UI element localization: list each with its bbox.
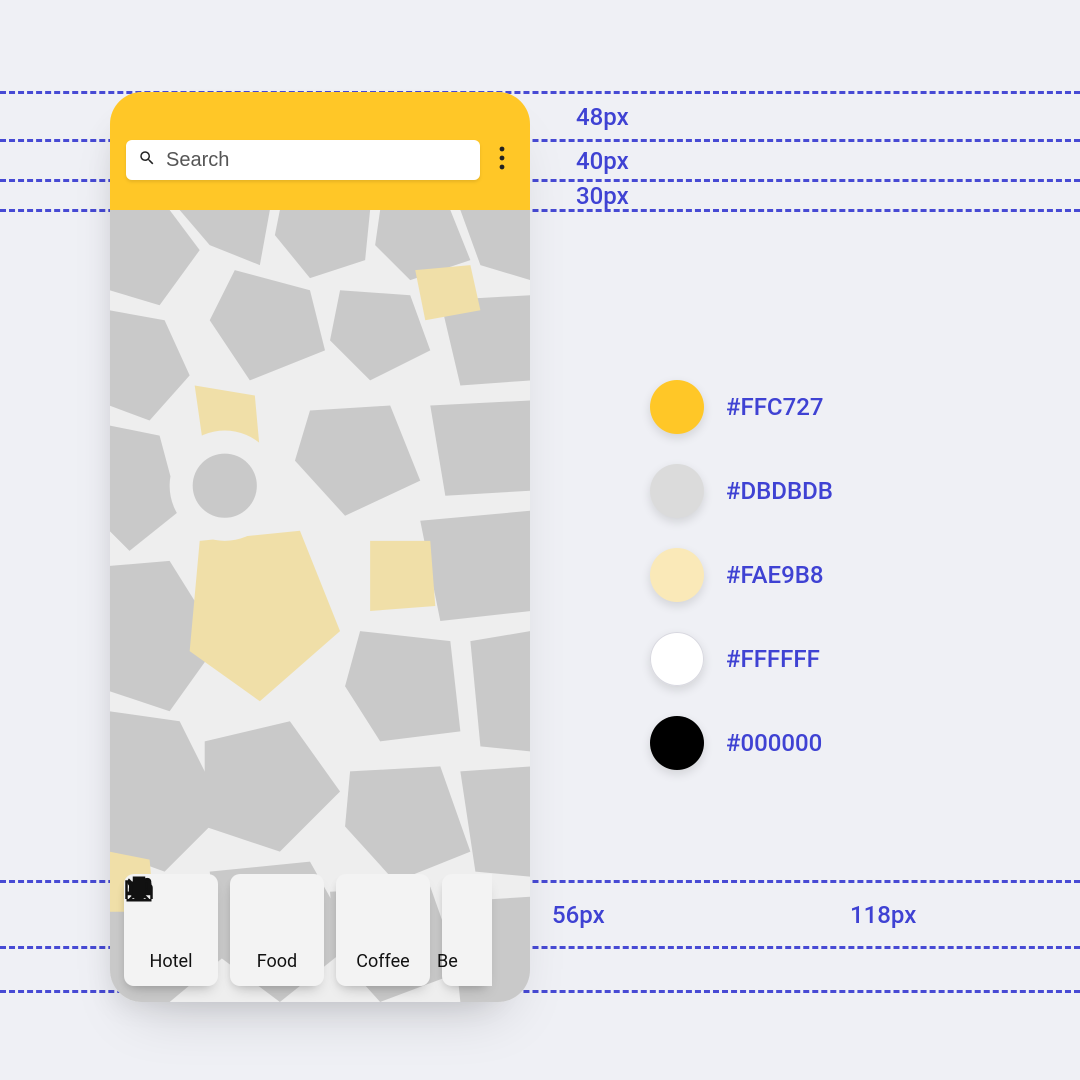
- swatch-hex: #DBDBDB: [726, 477, 833, 505]
- swatch-chip: [650, 380, 704, 434]
- category-card-food[interactable]: Food: [230, 874, 324, 986]
- category-label: Coffee: [356, 951, 409, 972]
- overflow-menu-button[interactable]: [490, 140, 514, 180]
- category-label: Hotel: [150, 951, 193, 972]
- annotation-bottom-height: 118px: [850, 901, 916, 929]
- annotation-searchbar-height: 40px: [576, 147, 629, 175]
- annotation-card-gap: 56px: [552, 901, 605, 929]
- app-header: [110, 92, 530, 210]
- search-input[interactable]: [156, 149, 468, 172]
- category-card-partial[interactable]: Be: [442, 874, 492, 986]
- search-bar[interactable]: [126, 140, 480, 180]
- annotation-statusbar-height: 48px: [576, 103, 629, 131]
- search-icon: [138, 149, 156, 171]
- swatch-chip: [650, 632, 704, 686]
- swatch-row: #FAE9B8: [650, 548, 833, 602]
- swatch-row: #FFC727: [650, 380, 833, 434]
- swatch-row: #DBDBDB: [650, 464, 833, 518]
- swatch-row: #000000: [650, 716, 833, 770]
- swatch-hex: #FAE9B8: [726, 561, 824, 589]
- category-label: Be: [437, 951, 497, 972]
- category-carousel[interactable]: Hotel Food Coffee Be: [124, 874, 530, 986]
- swatch-chip: [650, 548, 704, 602]
- map-canvas[interactable]: Hotel Food Coffee Be: [110, 210, 530, 1002]
- swatch-hex: #FFFFFF: [726, 645, 820, 673]
- swatch-hex: #000000: [726, 729, 822, 757]
- color-palette-legend: #FFC727 #DBDBDB #FAE9B8 #FFFFFF #000000: [650, 380, 833, 770]
- swatch-hex: #FFC727: [726, 393, 824, 421]
- swatch-chip: [650, 716, 704, 770]
- category-label: Food: [257, 951, 297, 972]
- more-vertical-icon: [499, 146, 505, 174]
- swatch-row: #FFFFFF: [650, 632, 833, 686]
- annotation-header-bottom: 30px: [576, 182, 629, 210]
- phone-frame: Hotel Food Coffee Be: [110, 92, 530, 1002]
- category-card-coffee[interactable]: Coffee: [336, 874, 430, 986]
- swatch-chip: [650, 464, 704, 518]
